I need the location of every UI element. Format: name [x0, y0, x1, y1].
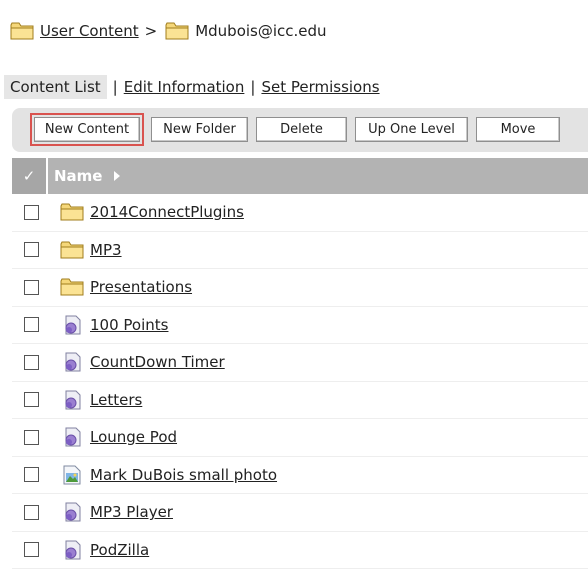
select-all-checkbox[interactable]: ✓ — [12, 158, 48, 194]
tab-separator: | — [113, 78, 118, 96]
row-link[interactable]: Letters — [90, 391, 142, 409]
table-row: CountDown Timer — [12, 344, 588, 382]
row-checkbox[interactable] — [24, 280, 39, 295]
row-link[interactable]: 2014ConnectPlugins — [90, 203, 244, 221]
content-icon — [60, 426, 84, 448]
table-row: Lounge Pod — [12, 419, 588, 457]
row-link[interactable]: CountDown Timer — [90, 353, 225, 371]
row-link[interactable]: Mark DuBois small photo — [90, 466, 277, 484]
row-checkbox[interactable] — [24, 467, 39, 482]
table-row: 100 Points — [12, 307, 588, 345]
table-row: 2014ConnectPlugins — [12, 194, 588, 232]
row-link[interactable]: PodZilla — [90, 541, 149, 559]
folder-icon — [60, 276, 84, 298]
checkmark-icon: ✓ — [23, 167, 36, 185]
folder-icon — [60, 239, 84, 261]
row-link[interactable]: MP3 Player — [90, 503, 173, 521]
row-checkbox[interactable] — [24, 242, 39, 257]
row-checkbox[interactable] — [24, 430, 39, 445]
content-icon — [60, 501, 84, 523]
row-link[interactable]: MP3 — [90, 241, 122, 259]
table-row: MP3 Player — [12, 494, 588, 532]
delete-button[interactable]: Delete — [256, 117, 347, 142]
table-row: Presentations — [12, 269, 588, 307]
table-row: Letters — [12, 382, 588, 420]
row-checkbox[interactable] — [24, 205, 39, 220]
breadcrumb-user-content-link[interactable]: User Content — [40, 22, 139, 40]
breadcrumb: User Content > Mdubois@icc.edu — [10, 18, 327, 44]
tab-separator: | — [250, 78, 255, 96]
breadcrumb-separator: > — [145, 22, 158, 40]
tab-content-list[interactable]: Content List — [4, 75, 107, 99]
folder-icon — [60, 201, 84, 223]
sort-arrow-icon — [114, 171, 120, 181]
content-icon — [60, 389, 84, 411]
row-checkbox[interactable] — [24, 505, 39, 520]
up-one-level-button[interactable]: Up One Level — [355, 117, 468, 142]
row-checkbox[interactable] — [24, 355, 39, 370]
content-icon — [60, 314, 84, 336]
content-tabs: Content List | Edit Information | Set Pe… — [4, 74, 380, 100]
table-row: PodZilla — [12, 532, 588, 569]
tab-set-permissions[interactable]: Set Permissions — [261, 78, 379, 96]
tab-edit-information[interactable]: Edit Information — [124, 78, 245, 96]
name-column-header[interactable]: Name — [54, 167, 120, 185]
toolbar: New Content New Folder Delete Up One Lev… — [12, 108, 588, 152]
new-content-button[interactable]: New Content — [34, 117, 140, 142]
move-button[interactable]: Move — [476, 117, 560, 142]
table-row: Mark DuBois small photo — [12, 457, 588, 495]
row-link[interactable]: 100 Points — [90, 316, 168, 334]
name-column-label: Name — [54, 167, 102, 185]
breadcrumb-current: Mdubois@icc.edu — [195, 22, 326, 40]
table-header: ✓ Name — [12, 158, 588, 194]
content-table: ✓ Name 2014ConnectPlugins MP3 Presentati… — [12, 158, 588, 569]
folder-icon — [165, 21, 189, 41]
row-link[interactable]: Presentations — [90, 278, 192, 296]
row-checkbox[interactable] — [24, 317, 39, 332]
row-checkbox[interactable] — [24, 542, 39, 557]
row-checkbox[interactable] — [24, 392, 39, 407]
folder-icon — [10, 21, 34, 41]
new-folder-button[interactable]: New Folder — [151, 117, 248, 142]
content-icon — [60, 539, 84, 561]
row-link[interactable]: Lounge Pod — [90, 428, 177, 446]
table-row: MP3 — [12, 232, 588, 270]
content-icon — [60, 351, 84, 373]
image-icon — [60, 464, 84, 486]
